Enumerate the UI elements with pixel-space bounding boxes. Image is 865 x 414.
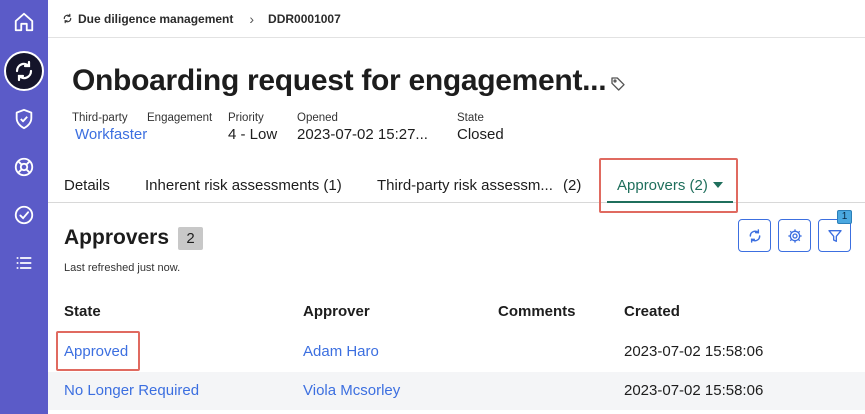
third-party-label: Third-party [72, 112, 128, 124]
count-badge: 2 [178, 227, 203, 250]
opened-label: Opened [297, 112, 338, 124]
home-icon[interactable] [8, 6, 40, 38]
state-value: Closed [457, 126, 504, 143]
column-header-comments[interactable]: Comments [498, 303, 576, 320]
refresh-button[interactable] [738, 219, 771, 252]
priority-label: Priority [228, 112, 264, 124]
row-approver-link[interactable]: Viola Mcsorley [303, 382, 400, 399]
row-state-link[interactable]: No Longer Required [64, 382, 199, 399]
sync-icon[interactable] [4, 51, 44, 91]
priority-value: 4 - Low [228, 126, 278, 143]
filter-icon [827, 229, 842, 242]
refresh-icon [749, 228, 760, 243]
check-circle-icon[interactable] [8, 199, 40, 231]
opened-value: 2023-07-02 15:27... [297, 126, 428, 143]
last-refreshed-text: Last refreshed just now. [64, 262, 181, 274]
record-tabs: Details Inherent risk assessments (1) Th… [48, 165, 865, 203]
list-title: Approvers [64, 226, 170, 249]
breadcrumb-parent-link[interactable]: Due diligence management [78, 12, 233, 26]
column-header-approver[interactable]: Approver [303, 303, 370, 320]
settings-button[interactable] [778, 219, 811, 252]
tab-third-party-risk-assessments[interactable]: Third-party risk assessm... (2) [377, 165, 581, 203]
state-highlight-box [56, 331, 140, 371]
state-label: State [457, 112, 484, 124]
tab-details[interactable]: Details [64, 165, 110, 203]
shield-check-icon[interactable] [8, 103, 40, 135]
opened-field: Opened 2023-07-02 15:27... [297, 112, 428, 143]
column-header-state[interactable]: State [64, 303, 101, 320]
engagement-label: Engagement [147, 112, 213, 124]
third-party-field: Third-party Workfaster [72, 112, 147, 143]
third-party-link[interactable]: Workfaster [75, 126, 147, 143]
breadcrumb-current: DDR0001007 [268, 11, 341, 26]
page-title: Onboarding request for engagement... [72, 64, 607, 97]
left-nav-rail [0, 0, 48, 414]
gear-icon [787, 228, 802, 243]
tag-icon[interactable] [610, 76, 626, 97]
column-header-created[interactable]: Created [624, 303, 680, 320]
engagement-field: Engagement [147, 112, 212, 124]
state-field: State Closed [457, 112, 504, 143]
list-icon[interactable] [8, 247, 40, 279]
breadcrumb: Due diligence management › DDR0001007 [48, 0, 865, 38]
tab-third-party-label: Third-party risk assessm... [377, 177, 553, 194]
breadcrumb-sync-icon [62, 13, 73, 24]
filter-count-badge: 1 [837, 210, 852, 224]
row-approver-link[interactable]: Adam Haro [303, 343, 379, 360]
table-row: Approved Adam Haro 2023-07-02 15:58:06 [48, 333, 865, 371]
tab-third-party-count: (2) [563, 177, 582, 194]
table-row: No Longer Required Viola Mcsorley 2023-0… [48, 372, 865, 410]
lifebuoy-icon[interactable] [8, 151, 40, 183]
priority-field: Priority 4 - Low [228, 112, 277, 143]
breadcrumb-separator-icon: › [249, 10, 255, 27]
row-created: 2023-07-02 15:58:06 [624, 382, 764, 399]
tab-inherent-risk-assessments[interactable]: Inherent risk assessments (1) [145, 165, 342, 203]
tab-highlight-box [599, 158, 738, 213]
row-created: 2023-07-02 15:58:06 [624, 343, 764, 360]
